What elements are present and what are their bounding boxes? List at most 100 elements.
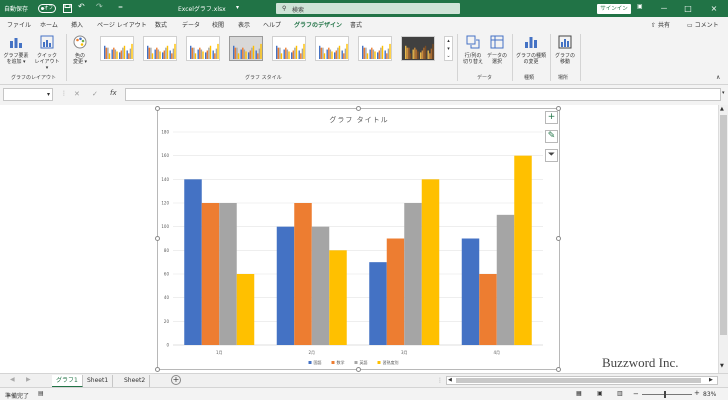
sheet-tab-sheet1[interactable]: Sheet1 <box>83 375 114 387</box>
zoom-in-icon[interactable]: + <box>694 389 700 397</box>
tab-help[interactable]: ヘルプ <box>263 20 281 29</box>
chart-filters-button[interactable]: ⏷ <box>545 149 558 162</box>
resize-handle[interactable] <box>155 236 160 241</box>
resize-handle[interactable] <box>556 236 561 241</box>
gallery-scroll[interactable]: ▴ ▾ ⌄ <box>444 36 453 61</box>
chevron-down-icon[interactable]: ▾ <box>47 91 50 98</box>
undo-icon[interactable]: ↶ <box>78 2 85 11</box>
comment-button[interactable]: ▭ コメント <box>687 20 719 29</box>
change-colors-button[interactable]: 色の 変更 ▾ <box>68 35 92 65</box>
zoom-slider[interactable] <box>642 394 692 395</box>
resize-handle[interactable] <box>556 367 561 372</box>
page-break-view-icon[interactable]: ▥ <box>617 390 623 397</box>
chart-elements-button[interactable]: + <box>545 111 558 124</box>
chart-style-thumbnail[interactable] <box>143 36 177 61</box>
scroll-thumb[interactable] <box>720 115 727 335</box>
chart-style-thumbnail[interactable] <box>186 36 220 61</box>
chart-area[interactable]: グラフ タイトル 0 20 40 60 80 100 120 140 160 180 1月 2月 3月 4月… <box>157 108 560 370</box>
sheet-tab-graph1[interactable]: グラフ1 <box>52 375 83 387</box>
signin-button[interactable]: サインイン <box>597 4 631 14</box>
qat-customize-icon[interactable]: = <box>118 4 123 11</box>
chart-style-thumbnail[interactable] <box>315 36 349 61</box>
scroll-down-icon[interactable]: ▼ <box>720 363 724 369</box>
thumbnail-bar <box>148 47 150 59</box>
chevron-down-icon[interactable]: ▾ <box>445 45 452 53</box>
name-box[interactable]: ▾ <box>3 88 53 101</box>
ribbon-display-icon[interactable]: ▣ <box>637 3 643 10</box>
vertical-scrollbar[interactable]: ▲ ▼ <box>718 105 728 373</box>
check-icon[interactable]: ✓ <box>92 90 98 98</box>
add-chart-element-button[interactable]: グラフ要素 を追加 ▾ <box>3 35 29 65</box>
bar <box>201 203 220 345</box>
search-box[interactable]: ⚲ 検索 <box>276 3 460 14</box>
close-button[interactable]: × <box>702 1 726 16</box>
thumbnail-bar <box>233 45 235 59</box>
column-chart[interactable]: グラフ タイトル 0 20 40 60 80 100 120 140 160 180 1月 2月 3月 4月… <box>158 109 561 371</box>
scroll-left-icon[interactable]: ◀ <box>448 377 452 383</box>
y-tick-label: 0 <box>166 343 169 348</box>
tab-scroll-right-icon[interactable]: ▶ <box>26 376 31 383</box>
fx-icon[interactable]: fx <box>110 89 117 97</box>
scroll-up-icon[interactable]: ▲ <box>720 106 724 112</box>
chart-style-thumbnail[interactable] <box>272 36 306 61</box>
quick-layout-button[interactable]: クイック レイアウト ▾ <box>33 35 61 71</box>
select-data-button[interactable]: データの 選択 <box>485 35 509 65</box>
thumbnail-bar <box>303 43 305 59</box>
tab-home[interactable]: ホーム <box>40 20 58 29</box>
thumbnail-bar <box>248 52 250 59</box>
maximize-button[interactable]: □ <box>676 1 700 16</box>
zoom-slider-thumb[interactable] <box>664 391 666 398</box>
zoom-out-icon[interactable]: − <box>633 390 639 398</box>
collapse-ribbon-icon[interactable]: ∧ <box>716 74 720 81</box>
macro-icon[interactable]: ▤ <box>38 390 44 397</box>
thumbnail-bar <box>409 53 412 59</box>
formula-bar: ▾ ⋮ ✕ ✓ fx ▾ <box>0 85 728 105</box>
cancel-icon[interactable]: ✕ <box>74 90 80 98</box>
tab-formulas[interactable]: 数式 <box>155 20 167 29</box>
resize-handle[interactable] <box>356 106 361 111</box>
expand-formula-icon[interactable]: ▾ <box>722 90 725 96</box>
formula-input[interactable] <box>125 88 721 101</box>
chart-style-thumbnail[interactable] <box>358 36 392 61</box>
tab-view[interactable]: 表示 <box>238 20 250 29</box>
share-button[interactable]: ⇧ 共有 <box>651 20 670 29</box>
save-icon[interactable] <box>63 4 72 13</box>
scroll-thumb[interactable] <box>456 378 701 383</box>
x-tick-label: 3月 <box>401 350 408 355</box>
scroll-right-icon[interactable]: ▶ <box>709 377 713 383</box>
tab-file[interactable]: ファイル <box>7 20 31 29</box>
tab-scroll-left-icon[interactable]: ◀ <box>10 376 15 383</box>
thumbnail-bar <box>331 51 333 59</box>
switch-row-column-button[interactable]: 行/列の 切り替え <box>461 35 485 65</box>
tab-data[interactable]: データ <box>182 20 200 29</box>
chart-styles-button[interactable]: ✎ <box>545 130 558 143</box>
change-chart-type-button[interactable]: グラフの種類 の変更 <box>514 35 548 65</box>
normal-view-icon[interactable]: ▦ <box>576 390 582 397</box>
page-layout-view-icon[interactable]: ▣ <box>597 390 603 397</box>
chart-style-thumbnail[interactable] <box>100 36 134 61</box>
move-chart-button[interactable]: グラフの 移動 <box>553 35 577 65</box>
thumbnail-bar <box>157 49 160 59</box>
chart-style-thumbnail[interactable] <box>229 36 263 61</box>
plus-icon[interactable]: + <box>171 375 181 385</box>
sheet-tab-sheet2[interactable]: Sheet2 <box>120 375 151 387</box>
minimize-button[interactable]: － <box>652 1 676 16</box>
horizontal-scrollbar[interactable]: ◀ ▶ <box>446 376 718 385</box>
chart-style-thumbnail[interactable] <box>401 36 435 61</box>
zoom-level[interactable]: 83% <box>703 391 716 398</box>
thumbnail-bar <box>249 50 251 59</box>
resize-handle[interactable] <box>356 367 361 372</box>
chevron-up-icon[interactable]: ▴ <box>445 37 452 45</box>
thumbnail-bar <box>372 49 375 59</box>
redo-icon[interactable]: ↷ <box>96 2 103 11</box>
tab-insert[interactable]: 挿入 <box>71 20 83 29</box>
resize-handle[interactable] <box>155 106 160 111</box>
tab-format[interactable]: 書式 <box>350 20 362 29</box>
search-placeholder: 検索 <box>292 7 305 14</box>
tab-page-layout[interactable]: ページ レイアウト <box>97 20 147 29</box>
gallery-expand-icon[interactable]: ⌄ <box>445 53 452 60</box>
thumbnail-bar <box>421 50 423 59</box>
title-dropdown-icon[interactable]: ▾ <box>236 4 239 11</box>
resize-handle[interactable] <box>155 367 160 372</box>
tab-review[interactable]: 校閲 <box>212 20 224 29</box>
